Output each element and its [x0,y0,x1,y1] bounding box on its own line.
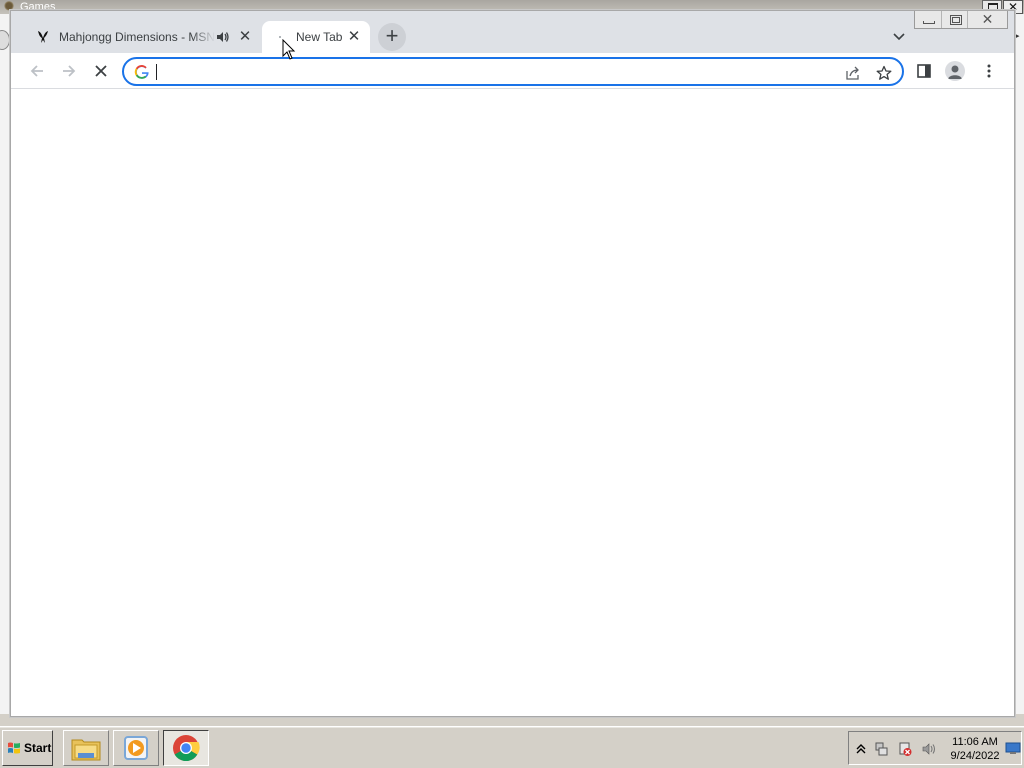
tab-close-icon[interactable]: ✕ [346,29,362,45]
volume-icon[interactable] [921,741,937,757]
taskbar: Start 11:06 AM 9/24/2022 [0,726,1024,768]
page-content [11,90,1014,716]
profile-button[interactable] [945,61,965,81]
start-label: Start [24,741,52,755]
text-caret [156,64,157,80]
butterfly-icon [35,29,51,45]
star-icon[interactable] [875,64,893,82]
plus-icon: + [385,23,399,48]
background-arrow-icon: ▸ [1014,30,1020,42]
address-bar[interactable] [122,57,904,86]
browser-window: ✕ Mahjongg Dimensions - MSN Games ✕ [10,10,1015,717]
show-desktop-icon[interactable] [1005,740,1021,756]
forward-button[interactable] [57,59,81,83]
speaker-icon[interactable] [215,29,233,45]
background-window-right-edge [1014,14,1024,714]
clock-time: 11:06 AM [952,736,998,748]
google-g-icon [134,65,149,79]
media-player-button[interactable] [113,730,159,766]
media-player-icon [124,736,148,760]
close-icon [95,65,107,77]
back-button[interactable] [25,59,49,83]
mouse-cursor-icon [282,39,296,60]
tab-close-icon[interactable]: ✕ [237,29,253,45]
new-tab-button[interactable]: + [378,23,406,51]
close-button[interactable]: ✕ [967,11,1007,28]
address-input[interactable] [154,62,814,82]
side-panel-button[interactable] [913,60,935,82]
minimize-button[interactable] [915,11,941,28]
side-panel-icon [917,64,931,78]
stop-button[interactable] [89,59,113,83]
tab-title: New Tab [296,30,343,44]
file-explorer-button[interactable] [63,730,109,766]
tab-strip: ✕ Mahjongg Dimensions - MSN Games ✕ [11,11,1014,53]
action-center-icon[interactable] [897,741,913,757]
file-explorer-icon [71,739,101,761]
arrow-left-icon [30,65,43,77]
system-tray: 11:06 AM 9/24/2022 [848,731,1022,765]
tab-search-button[interactable] [890,27,908,45]
restore-button[interactable] [941,11,967,28]
windows-flag-icon [8,742,20,754]
start-button[interactable]: Start [2,730,53,766]
window-controls: ✕ [914,11,1008,29]
person-icon [948,65,962,79]
browser-toolbar [11,53,1014,89]
network-icon[interactable] [873,741,889,757]
chrome-icon [173,735,200,762]
chevron-down-icon [893,33,905,41]
arrow-right-icon [63,65,76,77]
tab-new-tab[interactable]: New Tab ✕ [262,21,370,53]
tab-mahjongg[interactable]: Mahjongg Dimensions - MSN Games ✕ [25,21,261,53]
tab-title: Mahjongg Dimensions - MSN Games [59,30,215,44]
share-icon[interactable] [844,64,862,82]
clock-date: 9/24/2022 [950,750,1000,762]
chevron-up-icon[interactable] [853,741,869,757]
kebab-menu-icon [987,64,991,78]
menu-button[interactable] [978,60,1000,82]
clock[interactable]: 11:06 AM 9/24/2022 [945,735,1005,763]
chrome-button[interactable] [163,730,209,766]
